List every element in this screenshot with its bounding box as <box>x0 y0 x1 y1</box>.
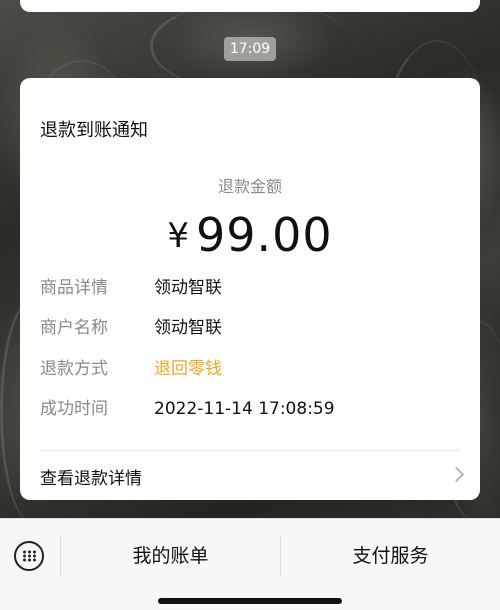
details-link-label: 查看退款详情 <box>40 469 142 489</box>
menu-payment-services[interactable]: 支付服务 <box>281 541 500 571</box>
message-timestamp: 17:09 <box>224 37 276 61</box>
field-value: 2022-11-14 17:08:59 <box>154 399 335 419</box>
home-indicator[interactable] <box>158 598 342 604</box>
refund-notification-card[interactable]: 退款到账通知 退款金额 ¥99.00 商品详情 领动智联 商户名称 领动智联 退款方… <box>20 78 480 500</box>
chat-screen: 17:09 退款到账通知 退款金额 ¥99.00 商品详情 领动智联 商户名称 领动… <box>0 0 500 610</box>
keyboard-toggle-button[interactable] <box>14 541 44 571</box>
field-row-refund-method: 退款方式 退回零钱 <box>40 357 222 381</box>
previous-message-card[interactable] <box>20 0 480 12</box>
currency-symbol: ¥ <box>167 216 190 256</box>
keyboard-icon <box>22 550 36 562</box>
field-row-product: 商品详情 领动智联 <box>40 276 222 300</box>
field-value-accent: 退回零钱 <box>154 359 222 379</box>
bottom-menu-bar: 我的账单 支付服务 <box>0 518 500 610</box>
refund-amount: ¥99.00 <box>20 208 480 262</box>
field-value: 领动智联 <box>154 278 222 298</box>
field-label: 成功时间 <box>40 399 108 419</box>
field-label: 商户名称 <box>40 318 108 338</box>
field-label: 退款方式 <box>40 359 108 379</box>
card-title: 退款到账通知 <box>40 120 148 141</box>
chevron-right-icon <box>448 466 465 483</box>
field-row-merchant: 商户名称 领动智联 <box>40 316 222 340</box>
menu-my-bills[interactable]: 我的账单 <box>61 541 280 571</box>
field-row-success-time: 成功时间 2022-11-14 17:08:59 <box>40 397 335 421</box>
amount-value: 99.00 <box>195 208 333 262</box>
amount-label: 退款金额 <box>217 177 282 196</box>
field-value: 领动智联 <box>154 318 222 338</box>
field-label: 商品详情 <box>40 278 108 298</box>
view-refund-details-link[interactable]: 查看退款详情 <box>20 451 480 500</box>
